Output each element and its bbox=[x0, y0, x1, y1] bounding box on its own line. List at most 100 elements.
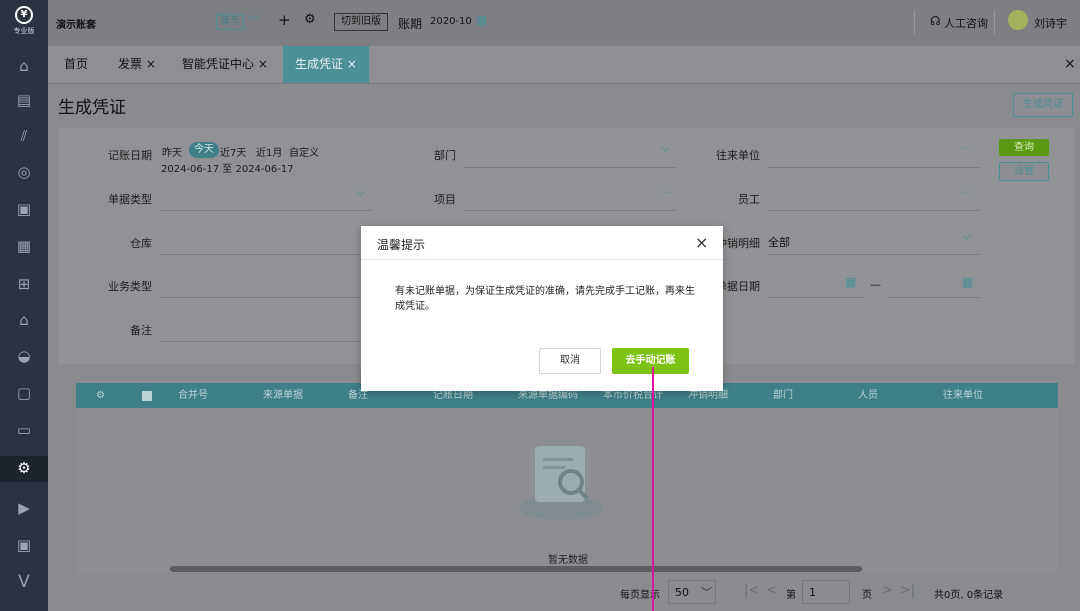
page-input[interactable]: 1 bbox=[802, 580, 850, 604]
store-icon[interactable]: ⊞ bbox=[12, 272, 36, 296]
period-value[interactable]: 2020-10 bbox=[430, 16, 472, 27]
v-logo-icon[interactable]: V bbox=[12, 570, 36, 594]
date-label: 记账日期 bbox=[108, 149, 152, 162]
money-bag-icon[interactable]: ◎ bbox=[12, 160, 36, 184]
page-number: 1 bbox=[809, 586, 816, 599]
more-icon[interactable]: ··· bbox=[962, 188, 972, 199]
dept-label: 部门 bbox=[434, 149, 456, 162]
col-person[interactable]: 人员 bbox=[858, 383, 878, 408]
col-merge-no[interactable]: 合并号 bbox=[178, 383, 208, 408]
col-partner[interactable]: 往来单位 bbox=[943, 383, 983, 408]
calendar-icon[interactable]: ▦ bbox=[962, 275, 973, 289]
first-page-icon[interactable]: |< bbox=[744, 583, 759, 598]
employee-label: 员工 bbox=[738, 193, 760, 206]
quick-custom[interactable]: 自定义 bbox=[289, 144, 319, 159]
cancel-button[interactable]: 取消 bbox=[539, 348, 601, 374]
quick-today[interactable]: 今天 bbox=[189, 142, 219, 158]
gear-icon[interactable]: ⚙ bbox=[304, 12, 316, 27]
building-icon[interactable]: ⌂ bbox=[12, 308, 36, 332]
dialog-header: 温馨提示 × bbox=[361, 226, 723, 260]
pagination-bar: 每页显示 50 ﹀ |< < 第 1 页 > >| 共0页, 0条记录 bbox=[58, 575, 1074, 611]
avatar[interactable] bbox=[1008, 10, 1028, 30]
support-link[interactable]: 人工咨询 bbox=[944, 15, 988, 31]
query-button[interactable]: 查询 bbox=[999, 139, 1049, 156]
prev-page-icon[interactable]: < bbox=[766, 583, 777, 598]
invoice-icon[interactable]: ▤ bbox=[12, 88, 36, 112]
tab-generate-voucher[interactable]: 生成凭证 × bbox=[283, 46, 369, 83]
quick-7days[interactable]: 近7天 bbox=[220, 144, 246, 159]
warehouse-select[interactable] bbox=[160, 254, 372, 255]
receipt-icon[interactable]: ▣ bbox=[12, 197, 36, 221]
tip-dialog: 温馨提示 × 有未记账单据，为保证生成凭证的准确，请先完成手工记账，再来生成凭证… bbox=[361, 226, 723, 391]
switch-old-button[interactable]: 切到旧版 bbox=[334, 13, 388, 31]
more-icon[interactable]: ··· bbox=[660, 188, 670, 199]
biz-type-select[interactable] bbox=[160, 297, 372, 298]
empty-text: 暂无数据 bbox=[548, 555, 588, 566]
horizontal-scrollbar[interactable] bbox=[170, 566, 862, 572]
tab-smart-voucher-center[interactable]: 智能凭证中心 × bbox=[182, 46, 268, 83]
last-page-icon[interactable]: >| bbox=[900, 583, 915, 598]
headset-icon[interactable]: ☊ bbox=[930, 14, 941, 28]
quick-yesterday[interactable]: 昨天 bbox=[162, 144, 182, 159]
page-prefix: 第 bbox=[786, 590, 796, 601]
close-tabs-icon[interactable]: × bbox=[1064, 56, 1076, 72]
dialog-message: 有未记账单据，为保证生成凭证的准确，请先完成手工记账，再来生成凭证。 bbox=[395, 286, 695, 312]
per-page-select[interactable]: 50 ﹀ bbox=[668, 580, 716, 604]
next-page-icon[interactable]: > bbox=[882, 583, 893, 598]
page-title: 生成凭证 bbox=[58, 98, 126, 118]
project-label: 项目 bbox=[434, 193, 456, 206]
date-range[interactable]: 2024-06-17 至 2024-06-17 bbox=[161, 160, 294, 175]
logo-icon: ¥ bbox=[15, 6, 33, 24]
select-all-checkbox[interactable] bbox=[142, 391, 152, 401]
settings-icon[interactable]: ⚙ bbox=[0, 456, 48, 482]
partner-select[interactable] bbox=[768, 167, 980, 168]
doc-date-end[interactable] bbox=[888, 297, 980, 298]
user-name[interactable]: 刘诗宇 bbox=[1034, 15, 1067, 31]
partner-label: 往来单位 bbox=[716, 149, 760, 162]
pointer-line bbox=[652, 367, 654, 611]
project-select[interactable] bbox=[464, 210, 676, 211]
chevron-down-icon[interactable]: ﹀ bbox=[356, 188, 366, 203]
offset-value[interactable]: 全部 bbox=[768, 234, 790, 250]
quick-1month[interactable]: 近1月 bbox=[256, 144, 282, 159]
wallet-icon[interactable]: ◒ bbox=[12, 344, 36, 368]
report-icon[interactable]: ▦ bbox=[12, 234, 36, 258]
manual-posting-button[interactable]: 去手动记账 bbox=[612, 348, 689, 374]
tab-invoice[interactable]: 发票 × bbox=[118, 46, 156, 83]
col-source-doc[interactable]: 来源单据 bbox=[263, 383, 303, 408]
per-page-value: 50 bbox=[675, 586, 689, 599]
page-suffix: 页 bbox=[862, 590, 872, 601]
settings-button[interactable]: 设置 bbox=[999, 162, 1049, 181]
calendar-icon[interactable]: ▦ bbox=[476, 13, 487, 27]
tv-icon[interactable]: ▣ bbox=[12, 533, 36, 557]
chart-icon[interactable]: ⫽ bbox=[12, 124, 36, 148]
calendar-icon[interactable]: ▦ bbox=[845, 275, 856, 289]
doc-type-label: 单据类型 bbox=[108, 193, 152, 206]
employee-select[interactable] bbox=[768, 210, 980, 211]
media-icon[interactable]: ▶ bbox=[12, 496, 36, 520]
gear-icon[interactable]: ⚙ bbox=[96, 383, 105, 408]
period-label: 账期 bbox=[398, 17, 423, 31]
chevron-down-icon[interactable]: ﹀ bbox=[660, 144, 670, 159]
home-icon[interactable]: ⌂ bbox=[12, 54, 36, 78]
offset-select[interactable] bbox=[768, 254, 980, 255]
col-dept[interactable]: 部门 bbox=[773, 383, 793, 408]
plus-icon[interactable]: + bbox=[278, 11, 291, 29]
more-icon[interactable]: ··· bbox=[962, 144, 972, 155]
close-icon[interactable]: × bbox=[695, 233, 708, 252]
generate-voucher-button[interactable]: 生成凭证 bbox=[1013, 93, 1073, 117]
dept-select[interactable] bbox=[464, 167, 676, 168]
doc-type-select[interactable] bbox=[160, 210, 372, 211]
app-logo[interactable]: ¥ 专业版 bbox=[8, 6, 40, 40]
tab-home[interactable]: 首页 bbox=[64, 46, 88, 83]
chevron-down-icon[interactable]: ﹀ bbox=[962, 232, 972, 247]
chevron-down-icon[interactable]: ﹀ bbox=[248, 12, 260, 29]
doc-date-start[interactable] bbox=[768, 297, 863, 298]
document-icon[interactable]: ▢ bbox=[12, 381, 36, 405]
biz-type-label: 业务类型 bbox=[108, 280, 152, 293]
table-body: 暂无数据 bbox=[76, 408, 1058, 573]
account-set-name: 演示账套 bbox=[56, 20, 96, 31]
demo-badge[interactable]: 演示 bbox=[216, 14, 244, 30]
remark-input[interactable] bbox=[160, 341, 372, 342]
inbox-icon[interactable]: ▭ bbox=[12, 418, 36, 442]
